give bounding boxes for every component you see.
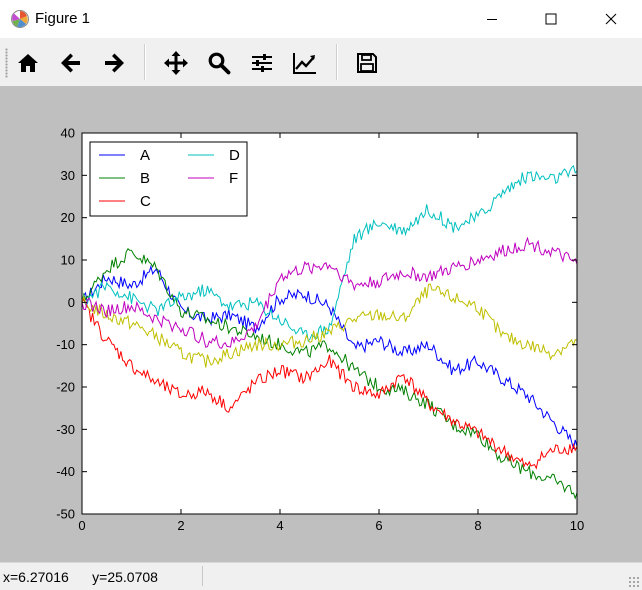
legend-label: D — [229, 147, 240, 164]
minimize-button[interactable] — [469, 0, 515, 38]
move-icon — [164, 51, 188, 75]
y-readout: y=25.0708 — [92, 569, 158, 585]
y-tick-label: 20 — [61, 210, 75, 225]
legend-box — [89, 141, 248, 217]
y-tick-label: -50 — [56, 507, 75, 522]
maximize-button[interactable] — [528, 0, 574, 38]
matplotlib-logo-icon — [11, 10, 29, 28]
window-title: Figure 1 — [35, 10, 91, 27]
y-tick-label: -10 — [56, 337, 75, 352]
legend-label: C — [140, 193, 151, 210]
edit-axes-button[interactable] — [290, 48, 320, 78]
subplots-button[interactable] — [247, 48, 277, 78]
search-icon — [208, 52, 231, 75]
legend-label: F — [229, 170, 238, 187]
line-chart-icon — [293, 53, 316, 74]
toolbar-separator — [336, 44, 338, 80]
y-tick-label: 40 — [61, 126, 75, 141]
legend: ABC DF — [89, 141, 248, 217]
x-tick-label: 8 — [474, 518, 481, 533]
close-icon — [605, 13, 617, 25]
status-separator — [202, 566, 203, 586]
home-button[interactable] — [13, 48, 43, 78]
home-icon — [18, 54, 38, 72]
arrow-right-icon — [105, 53, 124, 73]
title-bar: Figure 1 — [0, 0, 642, 38]
maximize-icon — [545, 13, 557, 25]
y-tick-label: 30 — [61, 168, 75, 183]
save-icon — [357, 53, 377, 73]
resize-grip[interactable] — [628, 576, 640, 588]
y-tick-label: -20 — [56, 380, 75, 395]
x-tick-label: 0 — [78, 518, 85, 533]
x-tick-label: 2 — [177, 518, 184, 533]
toolbar-grip[interactable] — [5, 48, 8, 78]
y-tick-label: 10 — [61, 253, 75, 268]
y-tick-label: 0 — [68, 295, 75, 310]
arrow-left-icon — [61, 53, 80, 73]
back-button[interactable] — [56, 48, 86, 78]
close-button[interactable] — [588, 0, 634, 38]
y-tick-label: -30 — [56, 422, 75, 437]
minimize-icon — [487, 19, 497, 20]
figure-canvas[interactable]: 0 2 4 6 8 10 40 30 20 10 0 -10 -20 -30 -40 -50 ABC DF — [0, 86, 642, 562]
x-tick-label: 10 — [570, 518, 584, 533]
status-bar: x=6.27016 y=25.0708 — [0, 562, 642, 590]
zoom-button[interactable] — [204, 48, 234, 78]
legend-label: A — [140, 147, 150, 164]
line-chart[interactable]: 0 2 4 6 8 10 40 30 20 10 0 -10 -20 -30 -40 -50 ABC DF — [0, 86, 642, 562]
sliders-icon — [252, 54, 272, 72]
forward-button[interactable] — [99, 48, 129, 78]
x-tick-label: 6 — [375, 518, 382, 533]
legend-label: B — [140, 170, 150, 187]
save-button[interactable] — [352, 48, 382, 78]
y-tick-label: -40 — [56, 464, 75, 479]
pan-button[interactable] — [161, 48, 191, 78]
x-tick-label: 4 — [276, 518, 283, 533]
toolbar — [0, 38, 642, 86]
toolbar-separator — [144, 44, 146, 80]
x-readout: x=6.27016 — [3, 569, 69, 585]
coordinate-readout: x=6.27016 y=25.0708 — [3, 569, 158, 585]
